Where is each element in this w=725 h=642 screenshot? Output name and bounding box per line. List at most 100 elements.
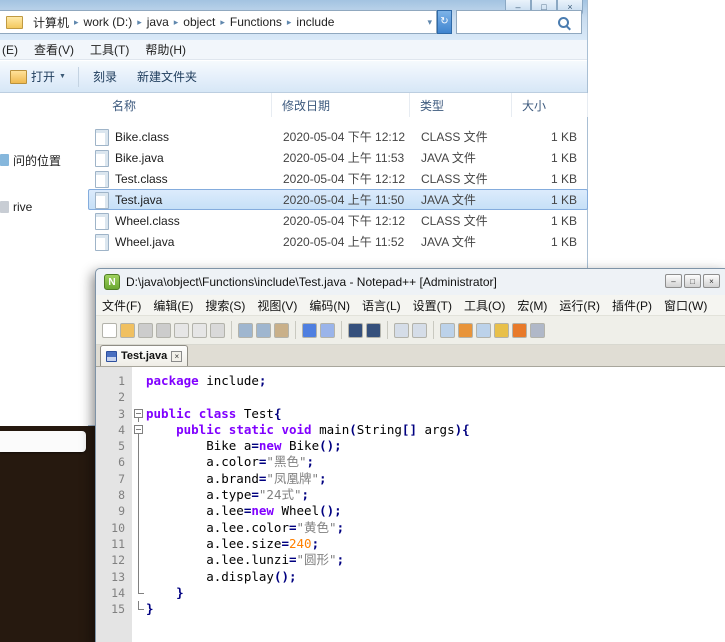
notepad-menu-item[interactable]: 文件(F) bbox=[96, 297, 147, 314]
notepad-menu-item[interactable]: 宏(M) bbox=[511, 297, 553, 314]
fold-margin[interactable] bbox=[132, 569, 146, 585]
notepad-menu-item[interactable]: 视图(V) bbox=[251, 297, 303, 314]
address-dropdown-icon[interactable]: ▾ bbox=[423, 17, 436, 28]
notepad-menu-item[interactable]: 编码(N) bbox=[303, 297, 356, 314]
table-row[interactable]: Bike.class2020-05-04 下午 12:12CLASS 文件1 K… bbox=[88, 126, 588, 147]
tab-test-java[interactable]: Test.java × bbox=[100, 345, 188, 366]
fold-margin[interactable] bbox=[132, 438, 146, 454]
table-row[interactable]: Test.class2020-05-04 下午 12:12CLASS 文件1 K… bbox=[88, 168, 588, 189]
new-file-icon[interactable] bbox=[102, 323, 117, 338]
line-number: 7 bbox=[96, 471, 132, 487]
breadcrumb-item[interactable]: work (D:) bbox=[80, 15, 137, 29]
fold-margin bbox=[132, 389, 146, 405]
word-wrap-icon[interactable] bbox=[440, 323, 455, 338]
save-icon[interactable] bbox=[138, 323, 153, 338]
explorer-menu-item[interactable]: (E) bbox=[0, 40, 26, 59]
fold-collapse-icon[interactable] bbox=[134, 409, 143, 418]
column-header[interactable]: 修改日期 bbox=[272, 93, 410, 117]
cut-icon[interactable] bbox=[238, 323, 253, 338]
breadcrumb: 计算机▸work (D:)▸java▸object▸Functions▸incl… bbox=[29, 14, 338, 31]
line-number: 6 bbox=[96, 454, 132, 470]
fold-margin[interactable] bbox=[132, 536, 146, 552]
table-row[interactable]: Wheel.java2020-05-04 上午 11:52JAVA 文件1 KB bbox=[88, 231, 588, 252]
code-line: 12 a.lee.lunzi="圆形"; bbox=[96, 552, 725, 568]
tab-close-icon[interactable]: × bbox=[171, 351, 182, 362]
notepad-menu-item[interactable]: 工具(O) bbox=[458, 297, 511, 314]
column-header[interactable]: 名称 bbox=[88, 93, 272, 117]
fold-margin[interactable] bbox=[132, 471, 146, 487]
fold-line bbox=[138, 438, 139, 454]
show-all-chars-icon[interactable] bbox=[458, 323, 473, 338]
fold-margin[interactable] bbox=[132, 503, 146, 519]
breadcrumb-item[interactable]: java bbox=[143, 15, 173, 29]
notepad-menu-item[interactable]: 设置(T) bbox=[407, 297, 458, 314]
explorer-menu-item[interactable]: 查看(V) bbox=[26, 40, 82, 59]
zoom-out-icon[interactable] bbox=[412, 323, 427, 338]
notepad-menu-item[interactable]: 窗口(W) bbox=[658, 297, 713, 314]
table-row[interactable]: Bike.java2020-05-04 上午 11:53JAVA 文件1 KB bbox=[88, 147, 588, 168]
toolbar-separator bbox=[341, 321, 342, 339]
notepad-menu-item[interactable]: 语言(L) bbox=[356, 297, 407, 314]
indent-guide-icon[interactable] bbox=[476, 323, 491, 338]
column-header[interactable]: 大小 bbox=[512, 93, 588, 117]
burn-button[interactable]: 刻录 bbox=[83, 68, 127, 85]
search-input[interactable] bbox=[456, 10, 582, 34]
function-list-icon[interactable] bbox=[512, 323, 527, 338]
code-line: 2 bbox=[96, 389, 725, 405]
notepad-menu-item[interactable]: 运行(R) bbox=[553, 297, 606, 314]
print-icon[interactable] bbox=[210, 323, 225, 338]
save-all-icon[interactable] bbox=[156, 323, 171, 338]
copy-icon[interactable] bbox=[256, 323, 271, 338]
close-file-icon[interactable] bbox=[174, 323, 189, 338]
column-header[interactable]: 类型 bbox=[410, 93, 512, 117]
open-file-icon[interactable] bbox=[120, 323, 135, 338]
file-icon bbox=[95, 129, 109, 146]
refresh-button[interactable]: ↻ bbox=[437, 10, 452, 34]
new-folder-button[interactable]: 新建文件夹 bbox=[127, 68, 207, 85]
fold-margin[interactable] bbox=[132, 487, 146, 503]
explorer-menu-item[interactable]: 帮助(H) bbox=[137, 40, 194, 59]
code-segment: main bbox=[312, 422, 350, 437]
close-all-icon[interactable] bbox=[192, 323, 207, 338]
breadcrumb-item[interactable]: 计算机 bbox=[29, 14, 73, 31]
paste-icon[interactable] bbox=[274, 323, 289, 338]
notepad-menu-item[interactable]: 搜索(S) bbox=[199, 297, 251, 314]
undo-icon[interactable] bbox=[302, 323, 317, 338]
explorer-menu-item[interactable]: 工具(T) bbox=[82, 40, 137, 59]
fold-margin[interactable] bbox=[132, 585, 146, 601]
table-row[interactable]: Wheel.class2020-05-04 下午 12:12CLASS 文件1 … bbox=[88, 210, 588, 231]
close-button[interactable]: × bbox=[703, 274, 720, 288]
monitor-icon[interactable] bbox=[530, 323, 545, 338]
find-icon[interactable] bbox=[348, 323, 363, 338]
code-segment: a.lee.color bbox=[146, 520, 289, 535]
minimize-button[interactable]: – bbox=[665, 274, 682, 288]
code-segment bbox=[146, 585, 176, 600]
code-segment: void bbox=[281, 422, 311, 437]
replace-icon[interactable] bbox=[366, 323, 381, 338]
notepad-menu-item[interactable]: 编辑(E) bbox=[147, 297, 199, 314]
breadcrumb-item[interactable]: Functions bbox=[226, 15, 286, 29]
breadcrumb-item[interactable]: include bbox=[292, 15, 338, 29]
fold-collapse-icon[interactable] bbox=[134, 425, 143, 434]
sidebar-item[interactable]: rive bbox=[0, 197, 88, 217]
doc-map-icon[interactable] bbox=[494, 323, 509, 338]
fold-margin[interactable] bbox=[132, 454, 146, 470]
breadcrumb-item[interactable]: object bbox=[179, 15, 219, 29]
file-name-cell: Test.class bbox=[89, 169, 273, 190]
table-row[interactable]: Test.java2020-05-04 上午 11:50JAVA 文件1 KB bbox=[88, 189, 588, 210]
code-editor[interactable]: 1package include;23public class Test{4 p… bbox=[96, 367, 725, 642]
fold-margin[interactable] bbox=[132, 422, 146, 438]
sidebar-item[interactable]: 问的位置 bbox=[0, 150, 88, 170]
fold-margin[interactable] bbox=[132, 520, 146, 536]
fold-margin[interactable] bbox=[132, 552, 146, 568]
redo-icon[interactable] bbox=[320, 323, 335, 338]
fold-margin[interactable] bbox=[132, 406, 146, 422]
toolbar-separator bbox=[231, 321, 232, 339]
address-bar[interactable]: 计算机▸work (D:)▸java▸object▸Functions▸incl… bbox=[0, 10, 437, 34]
maximize-button[interactable]: □ bbox=[684, 274, 701, 288]
zoom-in-icon[interactable] bbox=[394, 323, 409, 338]
fold-margin[interactable] bbox=[132, 601, 146, 617]
open-button[interactable]: 打开 ▼ bbox=[0, 68, 74, 85]
file-name: Wheel.class bbox=[115, 211, 180, 232]
notepad-menu-item[interactable]: 插件(P) bbox=[606, 297, 658, 314]
